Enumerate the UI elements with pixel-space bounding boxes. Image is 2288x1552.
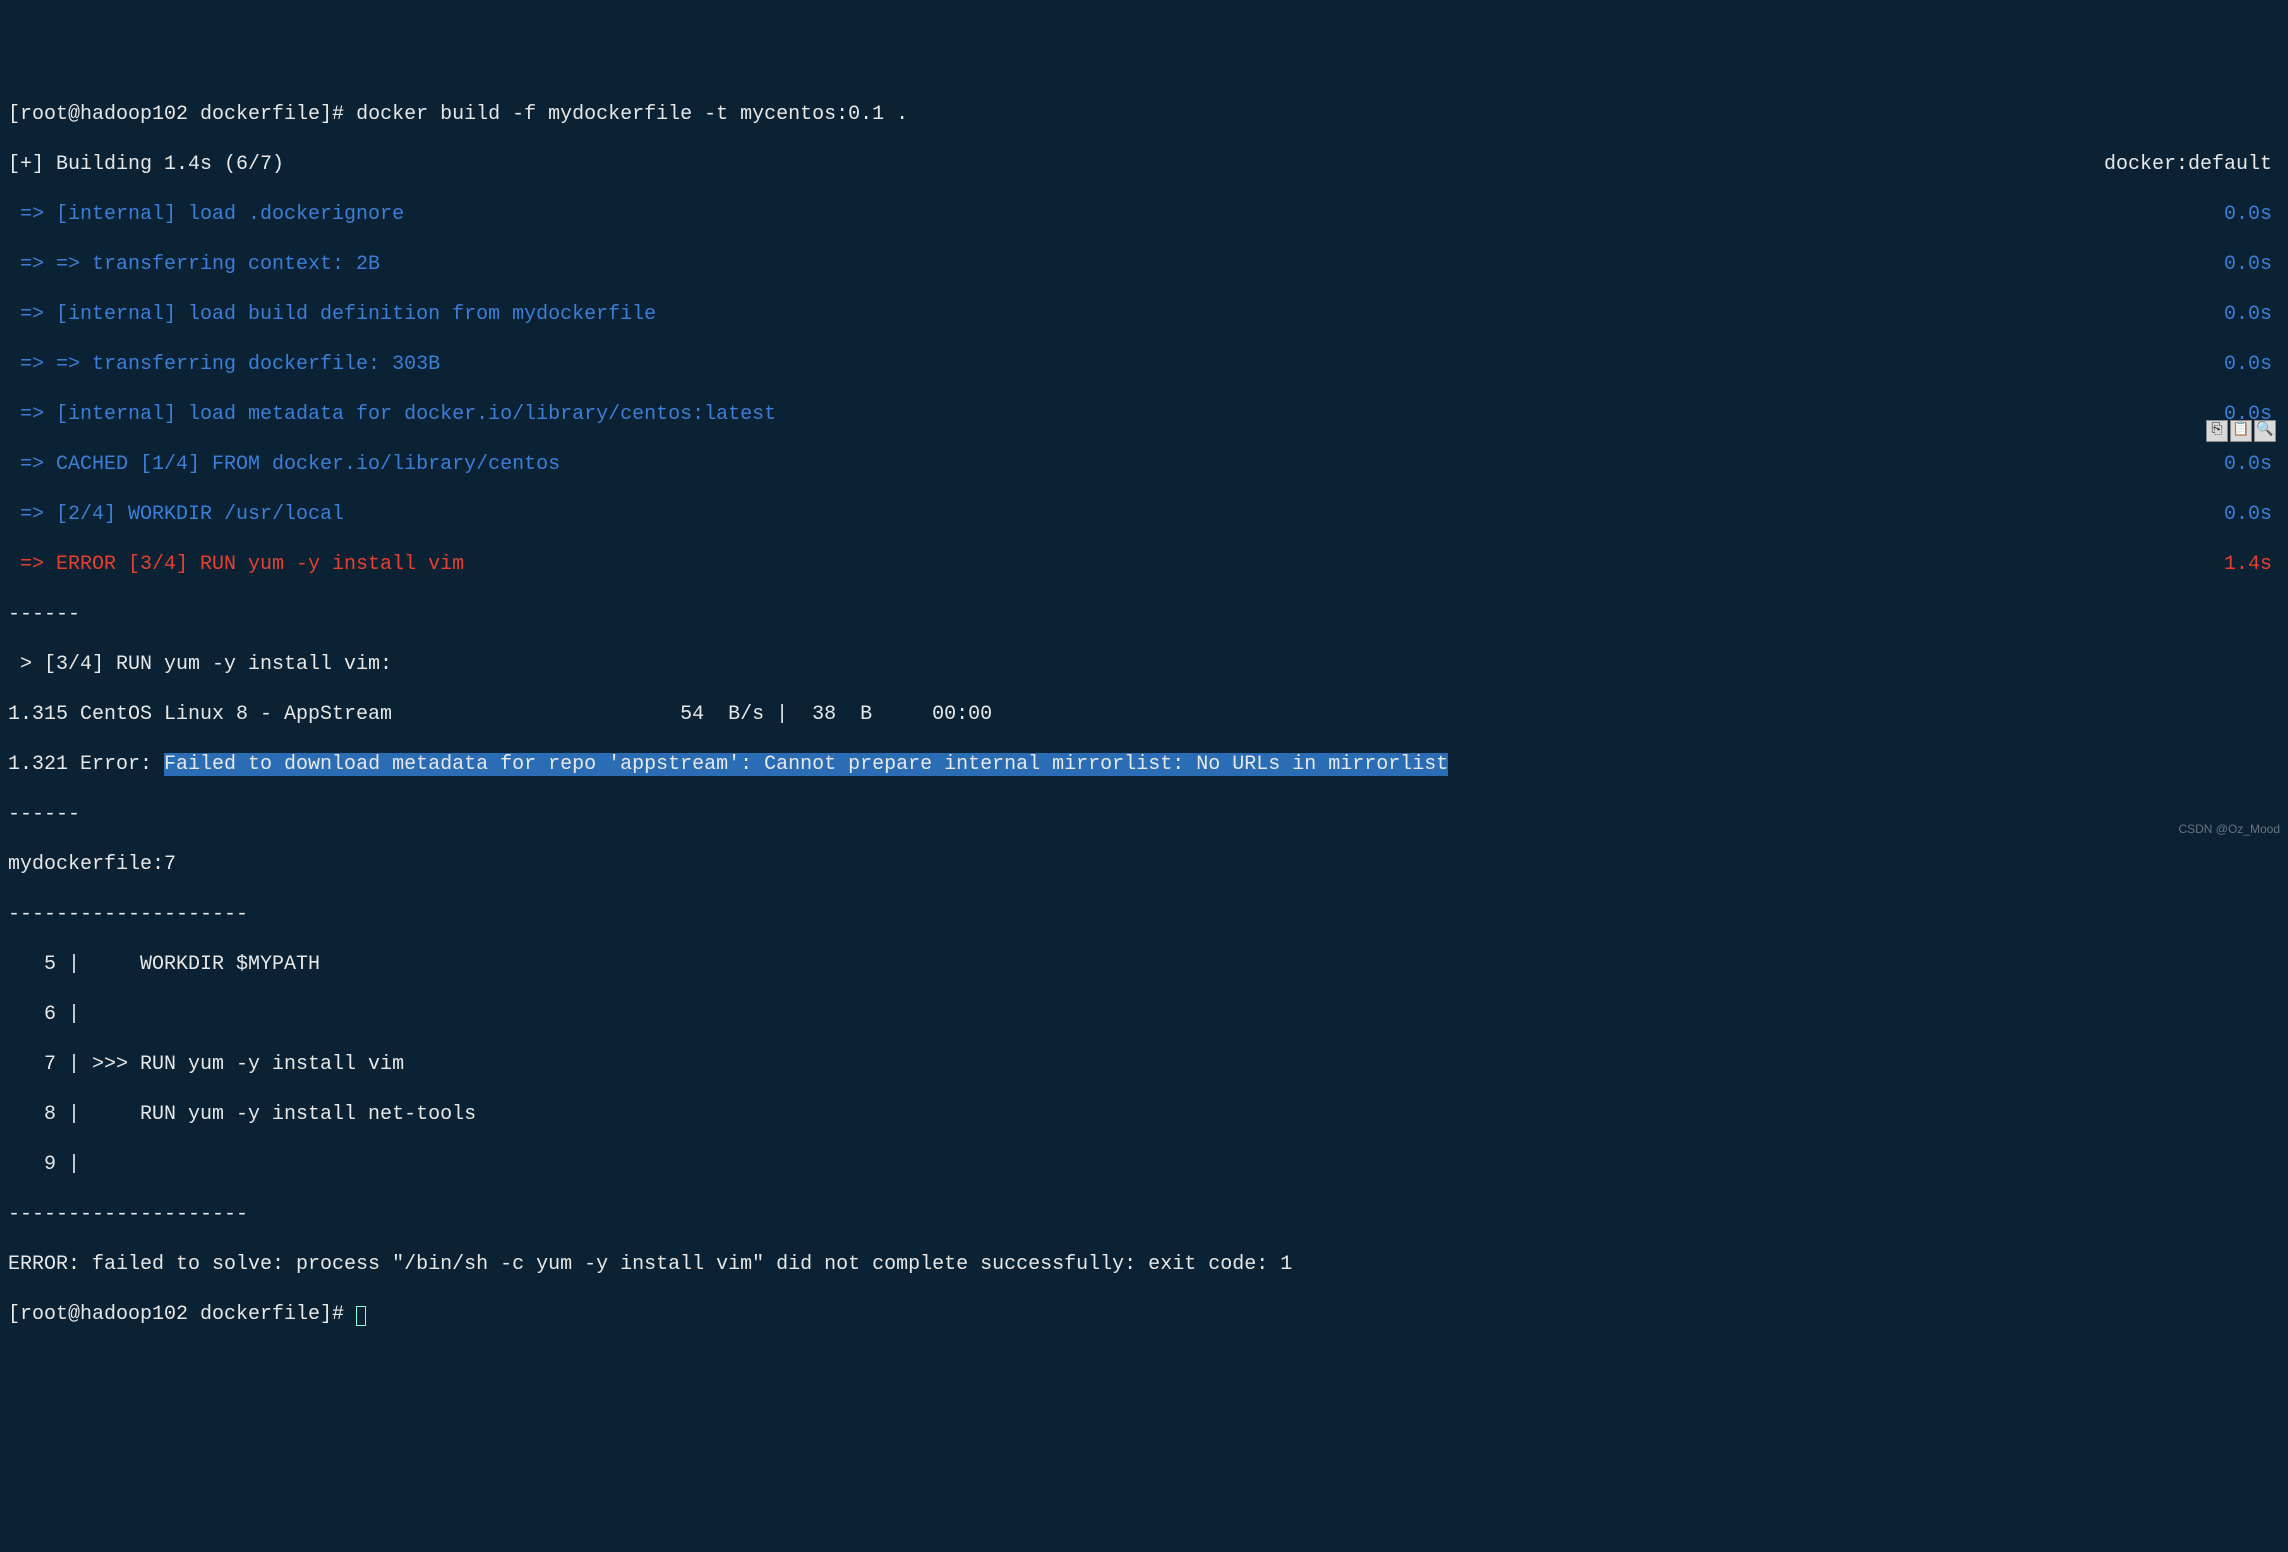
step-0: => [internal] load .dockerignore0.0s <box>8 202 2280 227</box>
copy-icon: ⎘ <box>2211 422 2222 440</box>
dash-3: -------------------- <box>8 902 2280 927</box>
prompt-2-text: [root@hadoop102 dockerfile]# <box>8 1303 356 1326</box>
paste-icon: 📋 <box>2232 422 2249 440</box>
step-5: => CACHED [1/4] FROM docker.io/library/c… <box>8 452 2280 477</box>
src-8: 8 | RUN yum -y install net-tools <box>8 1102 2280 1127</box>
error-highlight[interactable]: Failed to download metadata for repo 'ap… <box>164 753 1448 776</box>
step-7-error: => ERROR [3/4] RUN yum -y install vim1.4… <box>8 552 2280 577</box>
final-error: ERROR: failed to solve: process "/bin/sh… <box>8 1252 2280 1277</box>
watermark: CSDN @Oz_Mood <box>2178 822 2280 837</box>
paste-button[interactable]: 📋 <box>2230 420 2252 442</box>
search-button[interactable]: 🔍 <box>2254 420 2276 442</box>
dash-1: ------ <box>8 602 2280 627</box>
src-9: 9 | <box>8 1152 2280 1177</box>
copy-button[interactable]: ⎘ <box>2206 420 2228 442</box>
prompt-user-host: [root@hadoop102 dockerfile]# <box>8 103 344 126</box>
download-line: 1.315 CentOS Linux 8 - AppStream 54 B/s … <box>8 702 2280 727</box>
dash-4: -------------------- <box>8 1202 2280 1227</box>
file-ref: mydockerfile:7 <box>8 852 2280 877</box>
selection-toolbar: ⎘ 📋 🔍 <box>2206 420 2276 442</box>
search-icon: 🔍 <box>2256 422 2273 440</box>
step-6: => [2/4] WORKDIR /usr/local0.0s <box>8 502 2280 527</box>
step-1: => => transferring context: 2B0.0s <box>8 252 2280 277</box>
src-6: 6 | <box>8 1002 2280 1027</box>
error-line: 1.321 Error: Failed to download metadata… <box>8 752 2280 777</box>
prompt-line-1: [root@hadoop102 dockerfile]# docker buil… <box>8 102 2280 127</box>
building-right: docker:default <box>2104 152 2280 177</box>
cursor-icon <box>356 1306 366 1326</box>
step-4: => [internal] load metadata for docker.i… <box>8 402 2280 427</box>
run-line: > [3/4] RUN yum -y install vim: <box>8 652 2280 677</box>
src-7: 7 | >>> RUN yum -y install vim <box>8 1052 2280 1077</box>
prompt-line-2[interactable]: [root@hadoop102 dockerfile]# <box>8 1302 2280 1327</box>
step-3: => => transferring dockerfile: 303B0.0s <box>8 352 2280 377</box>
src-5: 5 | WORKDIR $MYPATH <box>8 952 2280 977</box>
error-prefix: 1.321 Error: <box>8 753 164 776</box>
prompt-command: docker build -f mydockerfile -t mycentos… <box>344 103 908 126</box>
dash-2: ------ <box>8 802 2280 827</box>
building-line: [+] Building 1.4s (6/7) docker:default <box>8 152 2280 177</box>
building-left: [+] Building 1.4s (6/7) <box>8 152 284 177</box>
step-2: => [internal] load build definition from… <box>8 302 2280 327</box>
